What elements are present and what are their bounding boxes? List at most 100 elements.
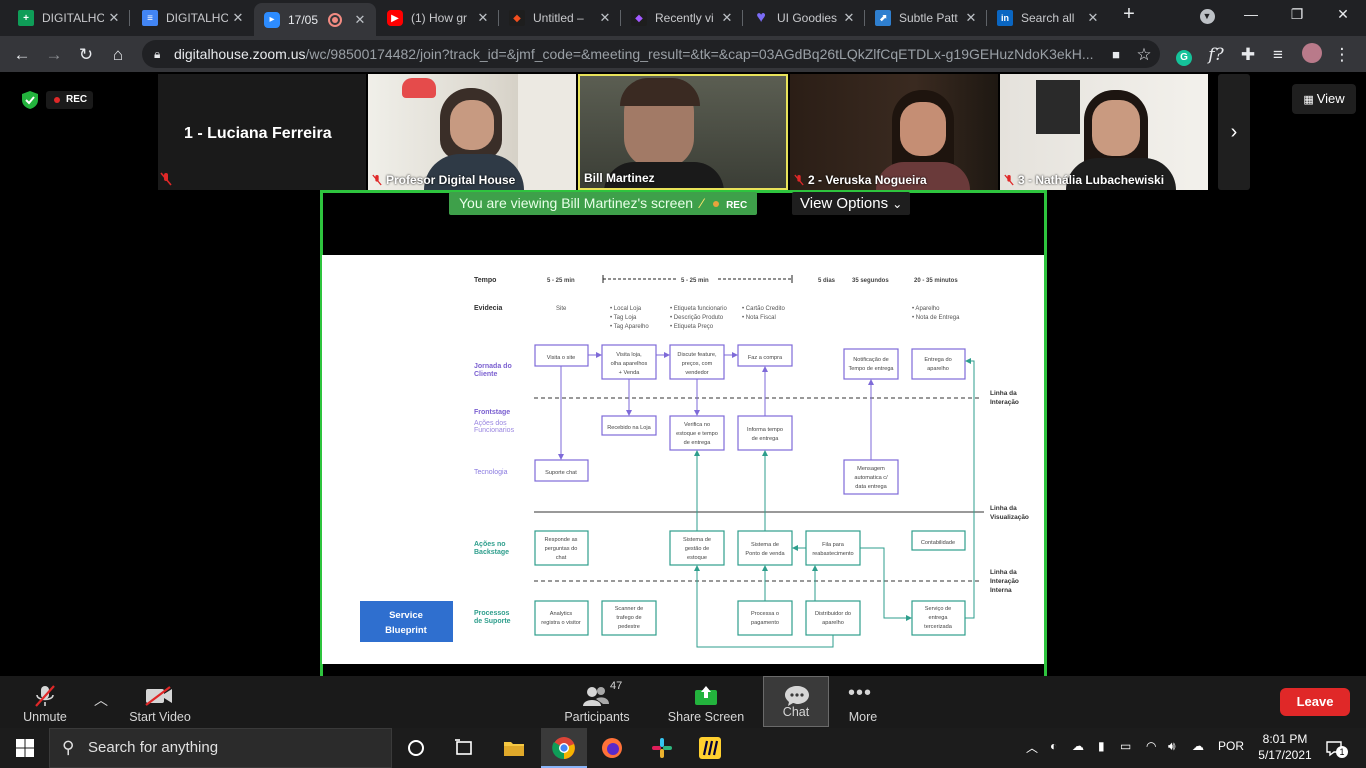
next-page-button[interactable]: ›: [1218, 74, 1250, 190]
close-icon[interactable]: ✕: [473, 10, 493, 26]
task-view-icon[interactable]: [452, 736, 476, 760]
close-icon[interactable]: ✕: [717, 10, 737, 26]
mic-muted-icon: [794, 174, 804, 186]
chevron-right-icon: ›: [1230, 121, 1238, 143]
browser-tab[interactable]: ♥ UI Goodies ✕: [743, 4, 865, 32]
grammarly-icon[interactable]: G: [1172, 43, 1196, 67]
mic-muted-icon: [160, 172, 172, 186]
chrome-taskbar-button[interactable]: [541, 728, 587, 768]
participant-video-tile[interactable]: 2 - Veruska Nogueira: [790, 74, 998, 190]
mic-muted-icon: [372, 174, 382, 186]
recording-badge: REC: [46, 91, 94, 109]
browser-tab[interactable]: in Search all ✕: [987, 4, 1109, 32]
line-label: Linha da Interação Interna: [990, 569, 1019, 594]
participant-video-tile[interactable]: 3 - Nathália Lubachewiski: [1000, 74, 1208, 190]
blueprint-box: Mensagem automatica c/data entrega: [854, 466, 888, 490]
miro-icon[interactable]: [698, 736, 722, 760]
menu-icon[interactable]: ⋮: [1330, 43, 1354, 67]
heart-icon: ♥: [756, 9, 766, 26]
participant-video-tile[interactable]: Profesor Digital House: [368, 74, 576, 190]
media-control-icon[interactable]: ≡: [1266, 43, 1290, 67]
linkedin-icon: in: [997, 10, 1013, 26]
cortana-icon[interactable]: [404, 736, 428, 760]
row-label-suporte: Processos de Suporte: [474, 610, 511, 625]
file-explorer-icon[interactable]: [502, 736, 526, 760]
host-name: 1 - Luciana Ferreira: [184, 125, 332, 142]
close-icon[interactable]: ✕: [104, 10, 124, 26]
row-label-tempo: Tempo: [474, 277, 496, 284]
close-icon[interactable]: ✕: [595, 10, 615, 26]
formula-extension-icon[interactable]: f?: [1204, 43, 1228, 67]
close-icon[interactable]: ✕: [228, 10, 248, 26]
time-label: 5 - 25 min: [681, 278, 709, 284]
browser-tab[interactable]: ≡ DIGITALHC ✕: [132, 4, 254, 32]
mic-tray-icon[interactable]: ▮: [1098, 739, 1105, 753]
back-icon[interactable]: ←: [10, 43, 34, 67]
evidence-text: • Aparelho • Nota de Entrega: [912, 306, 960, 321]
svg-text:Service: Service: [389, 610, 423, 621]
evidence-text: Site: [556, 306, 567, 312]
zoom-meeting-area: REC 1 - Luciana Ferreira Profesor Digita…: [0, 72, 1366, 676]
volume-icon[interactable]: 🔊︎: [1168, 739, 1176, 754]
browser-tab[interactable]: + DIGITALHC ✕: [8, 4, 130, 32]
firefox-icon[interactable]: [600, 736, 624, 760]
tab-search-icon[interactable]: ▼: [1184, 6, 1230, 24]
screen-share-banner: You are viewing Bill Martinez's screen ⁄…: [449, 192, 758, 215]
reload-icon[interactable]: ↻: [74, 43, 98, 67]
extensions-icon[interactable]: ✚: [1236, 43, 1260, 67]
close-icon[interactable]: ✕: [1083, 10, 1103, 26]
unmute-button[interactable]: Unmute: [14, 682, 76, 726]
onedrive-icon[interactable]: ☁: [1072, 739, 1084, 753]
active-speaker-video-tile[interactable]: Bill Martinez: [578, 74, 788, 190]
minimize-button[interactable]: —: [1228, 6, 1274, 22]
address-bar[interactable]: 🔒︎ digitalhouse.zoom.us/wc/98500174482/j…: [142, 40, 1160, 68]
participants-count: 47: [610, 680, 623, 692]
camera-blocked-icon[interactable]: ■: [1104, 43, 1128, 67]
clock[interactable]: 8:01 PM 5/17/2021: [1252, 731, 1318, 763]
zoom-toolbar: Unmute ︿ Start Video 47 Participants Sha…: [0, 676, 1366, 728]
figma-icon: ◆: [631, 10, 647, 26]
start-video-button[interactable]: Start Video: [122, 682, 198, 726]
close-window-button[interactable]: ✕: [1320, 6, 1366, 23]
browser-tab-bar: + DIGITALHC ✕ ≡ DIGITALHC ✕ ▸ 17/05 ✕ ▶ …: [0, 0, 1366, 36]
row-label-jornada: Jornada do Cliente: [474, 363, 512, 378]
language-indicator[interactable]: POR: [1218, 739, 1244, 753]
show-hidden-icons[interactable]: ︿: [1026, 739, 1038, 756]
mic-muted-icon: [35, 685, 55, 707]
browser-tab[interactable]: ◆ Untitled – ✕: [499, 4, 621, 32]
restore-button[interactable]: ❐: [1274, 6, 1320, 23]
notification-center-icon[interactable]: 1: [1324, 738, 1348, 758]
browser-tab-active[interactable]: ▸ 17/05 ✕: [254, 3, 376, 36]
browser-tab[interactable]: ◆ Recently vi ✕: [621, 4, 743, 32]
more-button[interactable]: ••• More: [840, 682, 886, 726]
bookmark-star-icon[interactable]: ☆: [1132, 43, 1156, 67]
view-options-dropdown[interactable]: View Options ⌄: [792, 192, 911, 215]
taskbar-search-box[interactable]: ⚲ Search for anything: [49, 728, 392, 768]
browser-tab[interactable]: ⬈ Subtle Patt ✕: [865, 4, 987, 32]
new-tab-button[interactable]: +: [1106, 3, 1152, 26]
shield-check-icon[interactable]: [22, 91, 38, 109]
windows-start-icon[interactable]: [13, 736, 37, 760]
chat-button[interactable]: Chat: [763, 676, 829, 727]
audio-options-chevron[interactable]: ︿: [90, 682, 114, 726]
forward-icon[interactable]: →: [42, 43, 66, 67]
cloud-sync-icon[interactable]: ☁: [1192, 739, 1204, 753]
host-video-tile[interactable]: 1 - Luciana Ferreira: [158, 74, 366, 190]
profile-avatar[interactable]: [1300, 43, 1324, 67]
evidence-text: • Cartão Credito • Nota Fiscal: [742, 306, 785, 321]
time-label: 5 dias: [818, 278, 836, 284]
close-icon[interactable]: ✕: [839, 10, 859, 26]
participants-button[interactable]: 47 Participants: [558, 680, 636, 726]
battery-icon[interactable]: ▭: [1120, 739, 1131, 753]
browser-tab[interactable]: ▶ (1) How gr ✕: [377, 4, 499, 32]
share-screen-button[interactable]: Share Screen: [666, 682, 746, 726]
leave-meeting-button[interactable]: Leave: [1280, 688, 1350, 716]
home-icon[interactable]: ⌂: [106, 43, 130, 67]
view-button[interactable]: ▦ View: [1292, 84, 1356, 114]
video-off-icon: [145, 686, 172, 706]
slack-icon[interactable]: [650, 736, 674, 760]
close-icon[interactable]: ✕: [350, 12, 370, 28]
camera-tray-icon[interactable]: ◐: [1050, 739, 1057, 753]
wifi-icon[interactable]: ◠: [1146, 739, 1156, 753]
close-icon[interactable]: ✕: [961, 10, 981, 26]
